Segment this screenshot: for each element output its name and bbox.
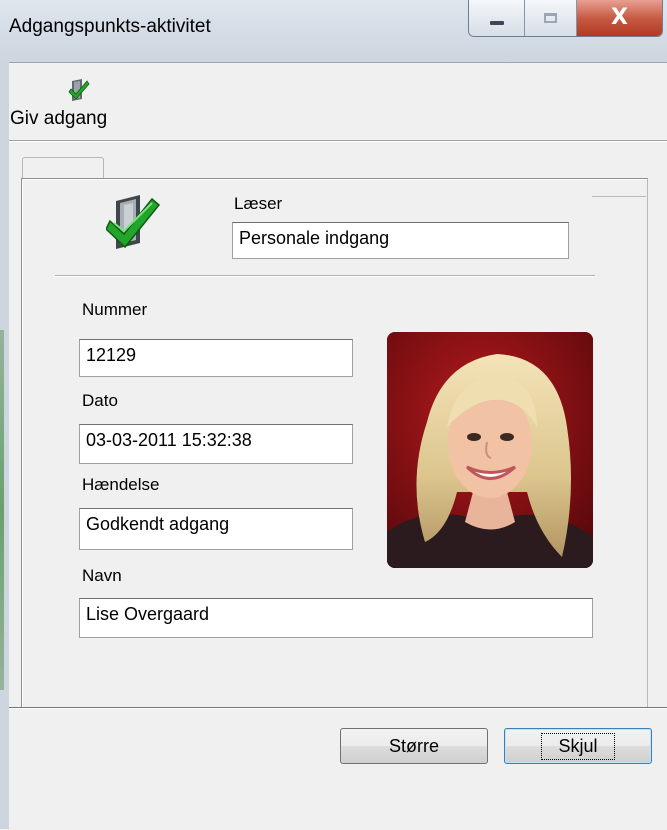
minimize-button[interactable] xyxy=(469,0,525,36)
reader-label: Læser xyxy=(234,194,283,213)
minimize-icon xyxy=(489,21,504,25)
event-field[interactable]: Godkendt adgang xyxy=(79,508,353,550)
close-icon: X xyxy=(611,5,628,30)
panel-divider xyxy=(592,196,646,197)
caption-buttons: X xyxy=(468,0,663,37)
check-door-icon xyxy=(68,79,90,101)
number-field[interactable]: 12129 xyxy=(79,339,353,377)
panel-bottom-divider xyxy=(9,707,667,709)
date-field[interactable]: 03-03-2011 15:32:38 xyxy=(79,424,353,464)
grant-access-label: Giv adgang xyxy=(10,108,108,129)
number-label: Nummer xyxy=(82,300,148,319)
larger-button[interactable]: Større xyxy=(340,728,488,764)
hide-button-label: Skjul xyxy=(541,732,615,760)
reader-separator xyxy=(55,275,595,277)
background-window-edge xyxy=(0,330,4,690)
close-button[interactable]: X xyxy=(577,0,662,36)
window-title: Adgangspunkts-aktivitet xyxy=(9,16,211,37)
check-door-icon xyxy=(106,195,161,249)
hide-button[interactable]: Skjul xyxy=(504,728,652,764)
toolbar-separator xyxy=(9,140,667,142)
tab-main[interactable] xyxy=(22,157,104,180)
grant-access-button[interactable]: Giv adgang xyxy=(10,66,160,138)
event-label: Hændelse xyxy=(82,475,160,494)
maximize-icon xyxy=(544,13,557,23)
name-label: Navn xyxy=(82,566,122,585)
maximize-button[interactable] xyxy=(525,0,577,36)
name-field[interactable]: Lise Overgaard xyxy=(79,598,593,638)
larger-button-label: Større xyxy=(388,735,439,756)
date-label: Dato xyxy=(82,391,118,410)
reader-field[interactable]: Personale indgang xyxy=(232,222,569,259)
person-photo xyxy=(387,332,593,568)
